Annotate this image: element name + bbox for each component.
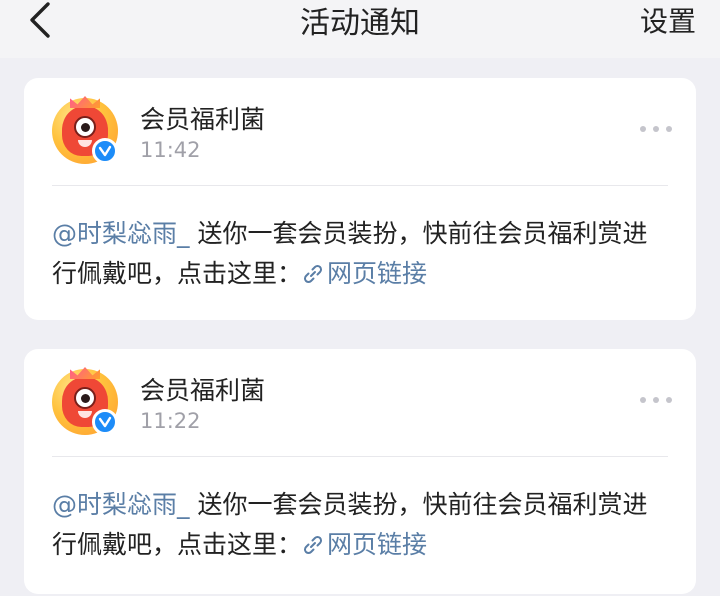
notification-card: 会员福利菌 11:22 @时梨惢雨_ 送你一套会员装扮，快前往会员福利赏进行佩戴… [24,349,696,594]
more-button[interactable] [640,122,672,136]
link-icon [303,264,323,284]
divider [52,185,668,186]
link-icon [303,535,323,555]
divider [52,456,668,457]
message-text: @时梨惢雨_ 送你一套会员装扮，快前往会员福利赏进行佩戴吧，点击这里： 网页链接 [52,214,672,294]
more-dots-icon [640,126,646,132]
more-dots-icon [640,397,646,403]
timestamp: 11:42 [140,138,201,162]
web-link-label[interactable]: 网页链接 [327,259,427,288]
page-title: 活动通知 [300,6,420,41]
verified-badge-icon [92,138,118,164]
notification-card: 会员福利菌 11:42 @时梨惢雨_ 送你一套会员装扮，快前往会员福利赏进行佩戴… [24,78,696,320]
message-text: @时梨惢雨_ 送你一套会员装扮，快前往会员福利赏进行佩戴吧，点击这里： 网页链接 [52,485,672,565]
verified-badge-icon [92,409,118,435]
timestamp: 11:22 [140,409,201,433]
top-navigation-bar: 活动通知 设置 [0,0,720,58]
web-link[interactable]: 网页链接 [302,259,427,288]
web-link[interactable]: 网页链接 [302,530,427,559]
web-link-label[interactable]: 网页链接 [327,530,427,559]
more-button[interactable] [640,393,672,407]
sender-name[interactable]: 会员福利菌 [140,371,265,407]
mention-link[interactable]: @时梨惢雨_ [52,490,190,519]
mention-link[interactable]: @时梨惢雨_ [52,219,190,248]
sender-name[interactable]: 会员福利菌 [140,100,265,136]
settings-button[interactable]: 设置 [640,0,696,40]
